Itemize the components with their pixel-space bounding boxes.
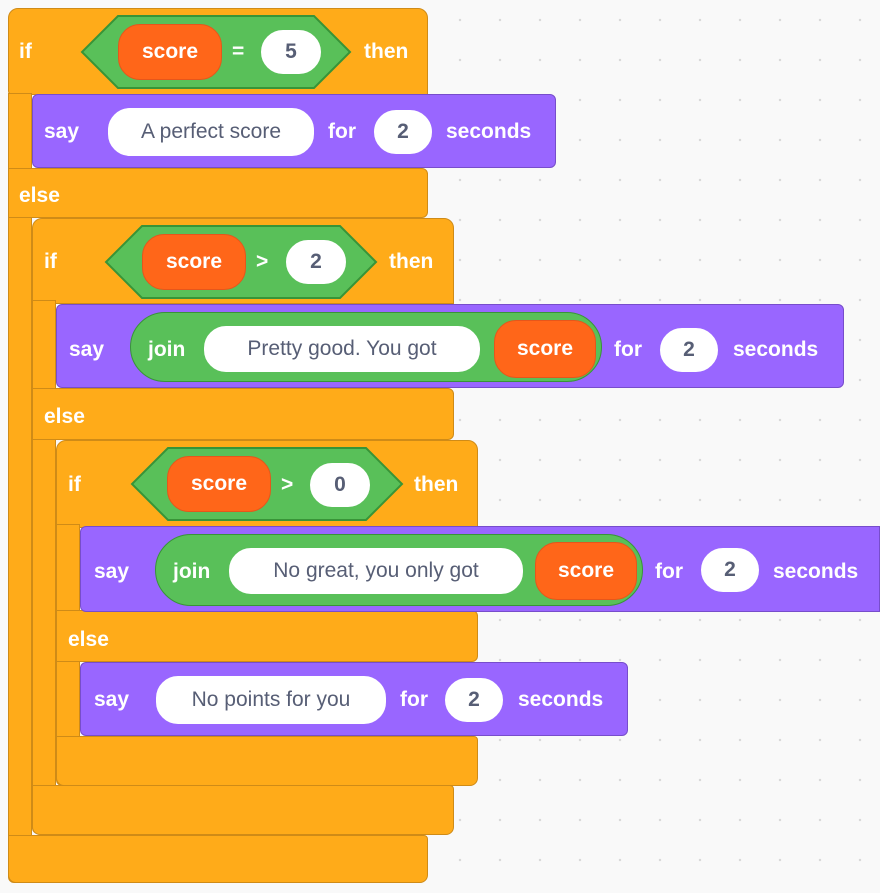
inner-else-seconds-input[interactable]: 2 [445,678,503,722]
middle-value-input[interactable]: 2 [286,240,346,284]
inner-else-seconds-label: seconds [518,688,604,711]
outer-seconds-input[interactable]: 2 [374,110,432,154]
inner-seconds-input[interactable]: 2 [701,548,759,592]
outer-message-input[interactable]: A perfect score [108,108,314,156]
outer-seconds-label: seconds [446,120,532,143]
inner-join-label: join [173,560,211,583]
outer-else-arm[interactable] [8,168,428,218]
middle-join-score-variable[interactable]: score [494,320,596,378]
inner-say-label: say [94,560,130,583]
inner-greater-operator: > [281,473,294,496]
inner-seconds-label: seconds [773,560,859,583]
outer-score-variable[interactable]: score [118,24,222,80]
middle-score-variable[interactable]: score [142,234,246,290]
middle-then-label: then [389,250,434,273]
middle-for-label: for [614,338,642,361]
inner-then-label: then [414,473,459,496]
outer-value-input[interactable]: 5 [261,30,321,74]
middle-join-label: join [148,338,186,361]
outer-equals-operator: = [232,40,245,63]
inner-if-label: if [68,473,81,496]
outer-if-bottom [8,835,428,883]
inner-else-message-input[interactable]: No points for you [156,676,386,724]
inner-else-for-label: for [400,688,428,711]
middle-else-label: else [44,405,85,428]
middle-if-label: if [44,250,57,273]
middle-greater-operator: > [256,250,269,273]
inner-else-say-label: say [94,688,130,711]
middle-if-bottom [32,785,454,835]
inner-join-score-variable[interactable]: score [535,542,637,600]
inner-if-bottom [56,736,478,786]
outer-if-label: if [19,40,32,63]
outer-then-label: then [364,40,409,63]
inner-else-arm[interactable] [56,610,478,662]
middle-say-label: say [69,338,105,361]
outer-say-label: say [44,120,80,143]
outer-for-label: for [328,120,356,143]
middle-seconds-input[interactable]: 2 [660,328,718,372]
middle-join-text-input[interactable]: Pretty good. You got [204,326,480,372]
inner-score-variable[interactable]: score [167,456,271,512]
inner-value-input[interactable]: 0 [310,463,370,507]
middle-if-spine [32,300,56,834]
inner-join-text-input[interactable]: No great, you only got [229,548,523,594]
middle-seconds-label: seconds [733,338,819,361]
middle-else-arm[interactable] [32,388,454,440]
inner-else-label: else [68,628,109,651]
inner-for-label: for [655,560,683,583]
outer-else-label: else [19,184,60,207]
